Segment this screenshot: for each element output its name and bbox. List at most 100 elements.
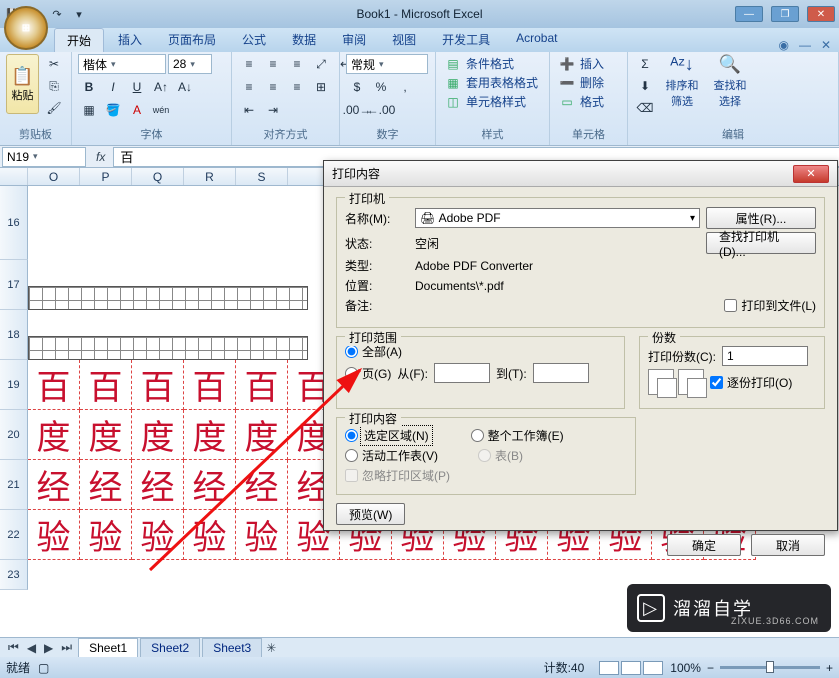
view-page-break-icon[interactable] <box>643 661 663 675</box>
row-header[interactable]: 19 <box>0 360 28 410</box>
char-cell[interactable]: 度 <box>28 410 80 460</box>
copies-input[interactable]: 1 <box>722 346 808 366</box>
char-cell[interactable]: 度 <box>236 410 288 460</box>
select-all-corner[interactable] <box>0 168 28 185</box>
col-header[interactable]: Q <box>132 168 184 185</box>
row-header[interactable]: 22 <box>0 510 28 560</box>
align-center-icon[interactable]: ≡ <box>262 77 284 97</box>
sheet-tab[interactable]: Sheet2 <box>140 638 200 657</box>
decrease-decimal-icon[interactable]: ←.00 <box>370 100 392 120</box>
ok-button[interactable]: 确定 <box>667 534 741 556</box>
char-cell[interactable]: 度 <box>80 410 132 460</box>
char-cell[interactable]: 验 <box>80 510 132 560</box>
char-cell[interactable]: 经 <box>80 460 132 510</box>
sheet-nav-last-icon[interactable]: ⏭ <box>57 640 76 655</box>
find-select-icon[interactable]: 🔍 <box>719 54 741 75</box>
row-header[interactable]: 16 <box>0 186 28 260</box>
sheet-nav-next-icon[interactable]: ▶ <box>40 641 57 655</box>
printer-properties-button[interactable]: 属性(R)... <box>706 207 816 229</box>
decrease-indent-icon[interactable]: ⇤ <box>238 100 260 120</box>
tab-review[interactable]: 审阅 <box>330 28 378 52</box>
macro-record-icon[interactable]: ▢ <box>38 661 49 675</box>
range-to-input[interactable] <box>533 363 589 383</box>
char-cell[interactable]: 度 <box>184 410 236 460</box>
preview-button[interactable]: 预览(W) <box>336 503 405 525</box>
close-button[interactable]: ✕ <box>807 6 835 22</box>
align-right-icon[interactable]: ≡ <box>286 77 308 97</box>
font-family-combo[interactable]: 楷体 <box>78 54 166 74</box>
char-cell[interactable]: 度 <box>132 410 184 460</box>
tab-acrobat[interactable]: Acrobat <box>504 28 569 52</box>
tab-developer[interactable]: 开发工具 <box>430 28 502 52</box>
ignore-print-area-checkbox[interactable]: 忽略打印区域(P) <box>345 467 627 484</box>
entire-workbook-radio[interactable]: 整个工作簿(E) <box>471 427 564 444</box>
range-from-input[interactable] <box>434 363 490 383</box>
print-to-file-checkbox[interactable]: 打印到文件(L) <box>724 297 816 314</box>
font-color-icon[interactable]: A <box>126 100 148 120</box>
phonetic-icon[interactable]: wén <box>150 100 172 120</box>
char-cell[interactable]: 百 <box>80 360 132 410</box>
paste-button[interactable]: 📋 粘贴 <box>6 54 39 114</box>
cells-delete-button[interactable]: ➖删除 <box>556 73 606 92</box>
active-sheets-radio[interactable]: 活动工作表(V) <box>345 447 438 464</box>
col-header[interactable]: P <box>80 168 132 185</box>
orientation-icon[interactable]: ⤢ <box>310 54 332 74</box>
autosum-icon[interactable]: Σ <box>634 54 656 74</box>
percent-icon[interactable]: % <box>370 77 392 97</box>
char-cell[interactable]: 百 <box>132 360 184 410</box>
mdi-close-icon[interactable]: ✕ <box>821 38 831 52</box>
col-header[interactable]: S <box>236 168 288 185</box>
char-cell[interactable]: 经 <box>132 460 184 510</box>
dialog-titlebar[interactable]: 打印内容 ✕ <box>324 161 837 187</box>
collate-checkbox[interactable]: 逐份打印(O) <box>710 374 792 391</box>
selection-radio[interactable]: 选定区域(N) <box>345 427 431 444</box>
format-as-table-button[interactable]: ▦套用表格格式 <box>442 73 540 92</box>
increase-decimal-icon[interactable]: .00→ <box>346 100 368 120</box>
dialog-close-button[interactable]: ✕ <box>793 165 829 183</box>
fill-icon[interactable]: ⬇ <box>634 76 656 96</box>
char-cell[interactable]: 经 <box>184 460 236 510</box>
tab-insert[interactable]: 插入 <box>106 28 154 52</box>
mdi-minimize-icon[interactable]: — <box>799 38 811 52</box>
border-icon[interactable]: ▦ <box>78 100 100 120</box>
sheet-nav-first-icon[interactable]: ⏮ <box>4 640 23 655</box>
char-cell[interactable]: 百 <box>184 360 236 410</box>
fx-icon[interactable]: fx <box>88 150 113 164</box>
range-pages-radio[interactable]: 页(G) <box>345 365 391 382</box>
comma-icon[interactable]: , <box>394 77 416 97</box>
qat-customize-icon[interactable]: ▾ <box>70 5 88 23</box>
tab-formulas[interactable]: 公式 <box>230 28 278 52</box>
char-cell[interactable]: 经 <box>236 460 288 510</box>
sheet-tab[interactable]: Sheet3 <box>202 638 262 657</box>
cancel-button[interactable]: 取消 <box>751 534 825 556</box>
tab-data[interactable]: 数据 <box>280 28 328 52</box>
clear-icon[interactable]: ⌫ <box>634 98 656 118</box>
tab-home[interactable]: 开始 <box>54 28 104 52</box>
char-cell[interactable]: 验 <box>28 510 80 560</box>
currency-icon[interactable]: $ <box>346 77 368 97</box>
row-header[interactable]: 23 <box>0 560 28 590</box>
conditional-formatting-button[interactable]: ▤条件格式 <box>442 54 516 73</box>
align-bottom-icon[interactable]: ≡ <box>286 54 308 74</box>
copy-icon[interactable]: ⎘ <box>43 76 65 96</box>
cut-icon[interactable]: ✂ <box>43 54 65 74</box>
zoom-in-icon[interactable]: + <box>826 661 833 675</box>
office-button[interactable]: ⊞ <box>4 6 48 50</box>
sheet-nav-prev-icon[interactable]: ◀ <box>23 641 40 655</box>
shrink-font-icon[interactable]: A↓ <box>174 77 196 97</box>
printer-name-combo[interactable]: 🖨 Adobe PDF <box>415 208 700 228</box>
view-page-layout-icon[interactable] <box>621 661 641 675</box>
align-middle-icon[interactable]: ≡ <box>262 54 284 74</box>
tab-page-layout[interactable]: 页面布局 <box>156 28 228 52</box>
new-sheet-icon[interactable]: ✳ <box>262 641 280 655</box>
cell-styles-button[interactable]: ◫单元格样式 <box>442 92 528 111</box>
sheet-tab[interactable]: Sheet1 <box>78 638 138 657</box>
name-box[interactable]: N19 <box>2 147 86 167</box>
sort-filter-icon[interactable]: ᴬᶻ↓ <box>670 54 694 75</box>
zoom-slider[interactable] <box>720 666 820 669</box>
row-header[interactable]: 20 <box>0 410 28 460</box>
char-cell[interactable]: 百 <box>236 360 288 410</box>
merge-cells-icon[interactable]: ⊞ <box>310 77 332 97</box>
minimize-button[interactable]: — <box>735 6 763 22</box>
bold-button[interactable]: B <box>78 77 100 97</box>
